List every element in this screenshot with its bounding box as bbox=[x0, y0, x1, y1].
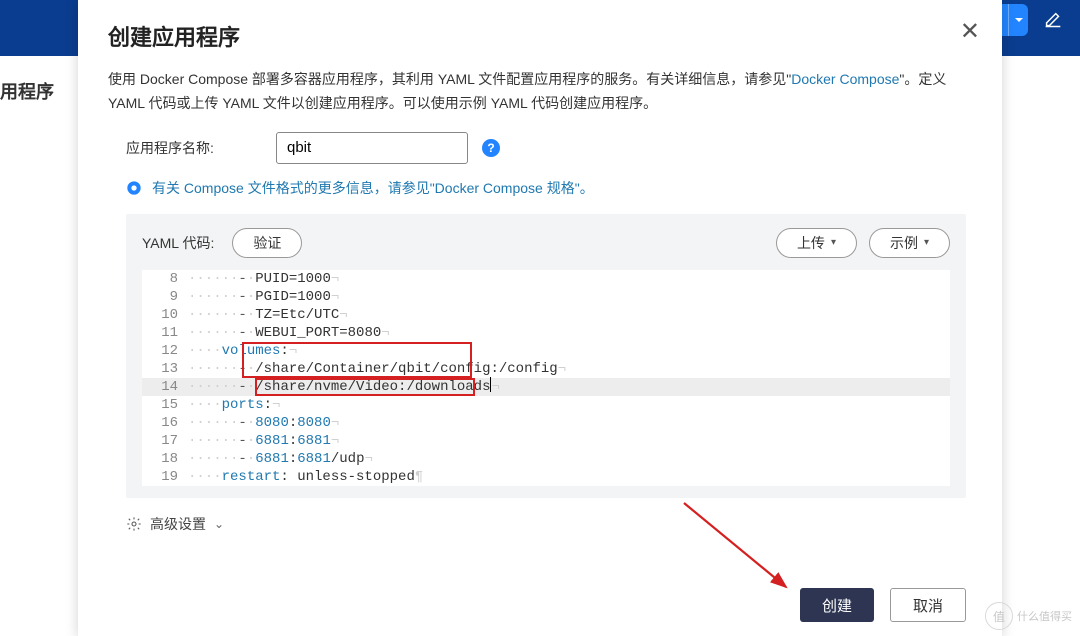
desc-text: 使用 Docker Compose 部署多容器应用程序，其利用 YAML 文件配… bbox=[108, 71, 791, 87]
yaml-section: YAML 代码: 验证 上传▾ 示例▾ 8······-·PUID=1000¬9… bbox=[126, 214, 966, 498]
editor-line[interactable]: 15····ports:¬ bbox=[142, 396, 950, 414]
gear-icon bbox=[126, 516, 142, 532]
editor-line[interactable]: 12····volumes:¬ bbox=[142, 342, 950, 360]
caret-down-icon: ▾ bbox=[831, 237, 836, 248]
editor-line[interactable]: 14······-·/share/nvme/Video:/downloads¬ bbox=[142, 378, 950, 396]
app-name-input[interactable] bbox=[276, 132, 468, 164]
bg-side-text: 用程序 bbox=[0, 78, 54, 104]
advanced-label: 高级设置 bbox=[150, 514, 206, 534]
app-name-row: 应用程序名称: ? bbox=[126, 132, 966, 164]
editor-line[interactable]: 10······-·TZ=Etc/UTC¬ bbox=[142, 306, 950, 324]
modal-footer: 创建 取消 bbox=[800, 588, 966, 622]
editor-line[interactable]: 18······-·6881:6881/udp¬ bbox=[142, 450, 950, 468]
compose-spec-link[interactable]: Docker Compose 规格 bbox=[435, 180, 575, 196]
create-button[interactable]: 创建 bbox=[800, 588, 874, 622]
cancel-button[interactable]: 取消 bbox=[890, 588, 966, 622]
example-button[interactable]: 示例▾ bbox=[869, 228, 950, 258]
compose-info-row: 有关 Compose 文件格式的更多信息，请参见"Docker Compose … bbox=[126, 178, 966, 198]
validate-button[interactable]: 验证 bbox=[232, 228, 302, 258]
watermark: 值 什么值得买 bbox=[985, 602, 1072, 630]
modal-description: 使用 Docker Compose 部署多容器应用程序，其利用 YAML 文件配… bbox=[108, 68, 966, 116]
create-app-modal: ✕ 创建应用程序 使用 Docker Compose 部署多容器应用程序，其利用… bbox=[78, 0, 1002, 636]
editor-line[interactable]: 11······-·WEBUI_PORT=8080¬ bbox=[142, 324, 950, 342]
info-text: 有关 Compose 文件格式的更多信息，请参见"Docker Compose … bbox=[152, 178, 594, 198]
caret-down-icon bbox=[1014, 15, 1024, 25]
pin-icon bbox=[126, 180, 142, 196]
modal-title: 创建应用程序 bbox=[108, 20, 966, 52]
chevron-down-icon: ⌄ bbox=[214, 517, 224, 531]
advanced-settings-toggle[interactable]: 高级设置 ⌄ bbox=[126, 514, 966, 534]
browse-dropdown[interactable] bbox=[1008, 4, 1028, 36]
editor-line[interactable]: 8······-·PUID=1000¬ bbox=[142, 270, 950, 288]
caret-down-icon: ▾ bbox=[924, 237, 929, 248]
edit-icon[interactable] bbox=[1042, 10, 1064, 35]
upload-button[interactable]: 上传▾ bbox=[776, 228, 857, 258]
editor-line[interactable]: 19····restart: unless-stopped¶ bbox=[142, 468, 950, 486]
editor-line[interactable]: 16······-·8080:8080¬ bbox=[142, 414, 950, 432]
help-icon[interactable]: ? bbox=[482, 139, 500, 157]
yaml-label: YAML 代码: bbox=[142, 233, 214, 253]
editor-line[interactable]: 17······-·6881:6881¬ bbox=[142, 432, 950, 450]
editor-line[interactable]: 13······-·/share/Container/qbit/config:/… bbox=[142, 360, 950, 378]
docker-compose-link[interactable]: Docker Compose bbox=[791, 71, 899, 87]
app-name-label: 应用程序名称: bbox=[126, 138, 276, 158]
close-icon[interactable]: ✕ bbox=[960, 20, 980, 44]
editor-line[interactable]: 9······-·PGID=1000¬ bbox=[142, 288, 950, 306]
yaml-editor[interactable]: 8······-·PUID=1000¬9······-·PGID=1000¬10… bbox=[142, 270, 950, 486]
